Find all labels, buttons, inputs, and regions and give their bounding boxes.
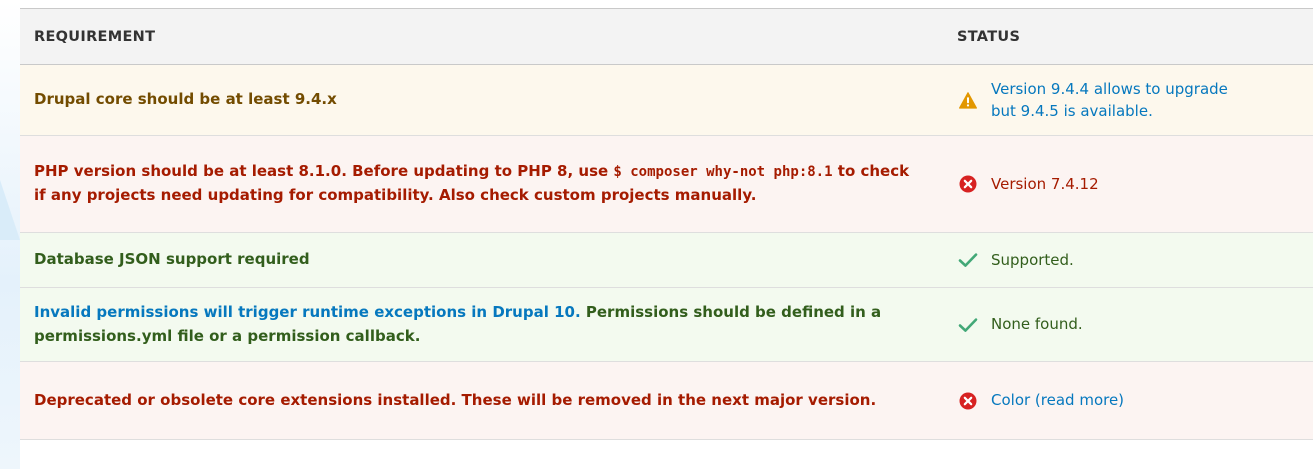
requirements-table: REQUIREMENT STATUS Drupal core should be… — [20, 8, 1313, 440]
error-circle-icon — [957, 391, 979, 411]
column-header-status: STATUS — [957, 28, 1021, 45]
left-accent-fold — [0, 180, 20, 240]
warning-triangle-icon — [957, 90, 979, 110]
color-read-more-link[interactable]: Color (read more) — [991, 389, 1124, 412]
checkmark-icon — [957, 250, 979, 270]
table-header-row: REQUIREMENT STATUS — [20, 8, 1313, 65]
status-cell: Color (read more) — [937, 362, 1313, 440]
requirement-text: Database JSON support required — [34, 250, 310, 269]
requirement-text-before: PHP version should be at least 8.1.0. Be… — [34, 162, 614, 181]
table-header: REQUIREMENT STATUS — [20, 8, 1313, 65]
status-text: None found. — [991, 315, 1083, 334]
status-cell: None found. — [937, 288, 1313, 362]
error-circle-icon — [957, 174, 979, 194]
status-upgrade-link-line1[interactable]: Version 9.4.4 allows to upgrade — [991, 80, 1228, 98]
status-upgrade-link-line2[interactable]: but 9.4.5 is available. — [991, 102, 1153, 120]
requirement-text: PHP version should be at least 8.1.0. Be… — [20, 136, 937, 233]
page: REQUIREMENT STATUS Drupal core should be… — [0, 0, 1313, 469]
table-row-deprecated-extensions: Deprecated or obsolete core extensions i… — [20, 361, 1313, 440]
status-cell: Supported. — [937, 233, 1313, 288]
status-cell: Version 7.4.12 — [937, 136, 1313, 233]
permissions-exceptions-link[interactable]: Invalid permissions will trigger runtime… — [34, 303, 581, 321]
requirement-text: Invalid permissions will trigger runtime… — [20, 288, 937, 362]
status-cell: Version 9.4.4 allows to upgrade but 9.4.… — [937, 65, 1313, 136]
table-row-drupal-core: Drupal core should be at least 9.4.x Ver… — [20, 64, 1313, 136]
checkmark-icon — [957, 315, 979, 335]
column-header-requirement: REQUIREMENT — [34, 28, 156, 45]
table-row-permissions: Invalid permissions will trigger runtime… — [20, 287, 1313, 362]
requirement-text: Deprecated or obsolete core extensions i… — [34, 390, 877, 409]
table-row-php-version: PHP version should be at least 8.1.0. Be… — [20, 135, 1313, 233]
requirement-code-command: $ composer why-not php:8.1 — [613, 164, 833, 181]
table-row-database-json: Database JSON support required Supported… — [20, 232, 1313, 288]
status-text: Supported. — [991, 250, 1074, 269]
requirement-text: Drupal core should be at least 9.4.x — [34, 90, 337, 109]
status-text: Version 7.4.12 — [991, 174, 1099, 193]
